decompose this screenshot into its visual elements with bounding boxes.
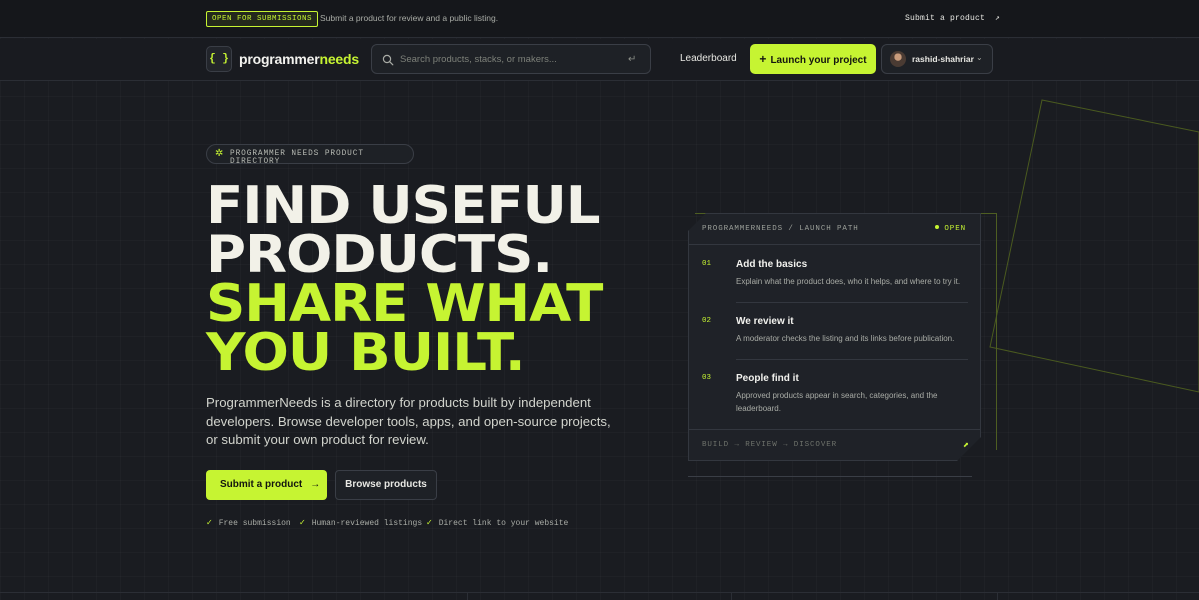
status-dot-icon xyxy=(935,225,939,229)
step-number: 03 xyxy=(702,374,712,382)
section-divider xyxy=(0,592,1199,593)
submit-product-link-label: Submit a product xyxy=(905,14,986,23)
card-header: PROGRAMMERNEEDS / LAUNCH PATH xyxy=(702,225,859,233)
leaderboard-link[interactable]: Leaderboard xyxy=(680,53,737,64)
arrow-up-right-icon: ↗ xyxy=(995,14,1001,23)
chevron-down-icon: ⌄ xyxy=(976,53,983,62)
section-divider-tick xyxy=(467,592,468,600)
submit-product-label: Submit a product xyxy=(220,479,303,490)
step-description: A moderator checks the listing and its l… xyxy=(736,334,955,343)
enter-key-icon: ↵ xyxy=(628,54,637,65)
arrow-diagonal-icon: ⬈ xyxy=(963,442,969,449)
check-item-label: Direct link to your website xyxy=(438,519,569,528)
divider xyxy=(689,429,980,430)
card-footer: BUILD → REVIEW → DISCOVER xyxy=(702,441,838,449)
submit-product-button[interactable]: Submit a product → xyxy=(206,470,327,500)
check-icon: ✓ xyxy=(206,518,213,527)
launch-project-button[interactable]: + Launch your project xyxy=(750,44,876,74)
launch-project-label: Launch your project xyxy=(770,55,867,66)
headline-line-4: YOU BUILT. xyxy=(206,323,526,383)
check-item: ✓ Human-reviewed listings xyxy=(299,518,422,528)
navbar: { } programmerneeds ↵ Leaderboard +Launc… xyxy=(0,39,1199,81)
hero-headline: FIND USEFUL PRODUCTS. SHARE WHAT YOU BUI… xyxy=(206,176,689,383)
card-shadow-line xyxy=(688,476,972,477)
divider xyxy=(689,244,980,245)
logo-part-programmer: programmer xyxy=(239,51,320,67)
step-number: 01 xyxy=(702,260,712,268)
step-title: We review it xyxy=(736,316,794,327)
logo-part-needs: needs xyxy=(319,51,359,67)
user-menu[interactable]: rashid-shahriar ⌄ xyxy=(881,44,993,74)
headline-line-3: SHARE WHAT xyxy=(206,274,603,334)
step-title: People find it xyxy=(736,373,799,384)
logo-icon[interactable]: { } xyxy=(206,46,232,72)
announcement-text: Submit a product for review and a public… xyxy=(320,13,499,23)
section-divider-tick xyxy=(997,592,998,600)
open-badge: OPEN FOR SUBMISSIONS xyxy=(206,11,319,27)
eyebrow-text: PROGRAMMER NEEDS PRODUCT DIRECTORY xyxy=(230,150,364,166)
check-item-label: Free submission xyxy=(218,519,291,528)
step-title: Add the basics xyxy=(736,259,808,270)
check-item: ✓ Free submission xyxy=(206,518,291,528)
logo-wordmark[interactable]: programmerneeds xyxy=(239,51,359,67)
search-input[interactable] xyxy=(400,51,620,68)
submit-product-link[interactable]: Submit a product ↗ xyxy=(905,13,1000,23)
sparkle-icon: ✲ xyxy=(215,148,224,159)
headline-line-2: PRODUCTS. xyxy=(206,225,553,285)
arrow-right-icon: → xyxy=(310,479,321,490)
divider xyxy=(736,302,968,303)
step-number: 02 xyxy=(702,317,712,325)
plus-icon: + xyxy=(759,52,767,66)
search-icon xyxy=(382,54,394,66)
eyebrow-pill: ✲ PROGRAMMER NEEDS PRODUCT DIRECTORY xyxy=(206,144,414,166)
divider xyxy=(736,359,968,360)
check-icon: ✓ xyxy=(299,518,306,527)
username: rashid-shahriar xyxy=(912,54,974,64)
avatar xyxy=(890,51,906,67)
hero-intro: ProgrammerNeeds is a directory for produ… xyxy=(206,395,611,447)
step-description: Approved products appear in search, cate… xyxy=(736,391,938,413)
step-description: Explain what the product does, who it he… xyxy=(736,277,961,286)
status-badge: OPEN xyxy=(935,225,966,233)
section-divider-tick xyxy=(731,592,732,600)
headline-line-1: FIND USEFUL xyxy=(206,176,601,236)
launch-path-card: PROGRAMMERNEEDS / LAUNCH PATH OPEN 01 Ad… xyxy=(688,213,981,461)
check-icon: ✓ xyxy=(426,518,433,527)
status-label: OPEN xyxy=(944,225,966,233)
check-item-label: Human-reviewed listings xyxy=(311,519,423,528)
browse-products-button[interactable]: Browse products xyxy=(335,470,437,500)
announcement-bar: OPEN FOR SUBMISSIONS Submit a product fo… xyxy=(0,0,1199,38)
search-box[interactable]: ↵ xyxy=(371,44,651,74)
check-item: ✓ Direct link to your website xyxy=(426,518,568,528)
